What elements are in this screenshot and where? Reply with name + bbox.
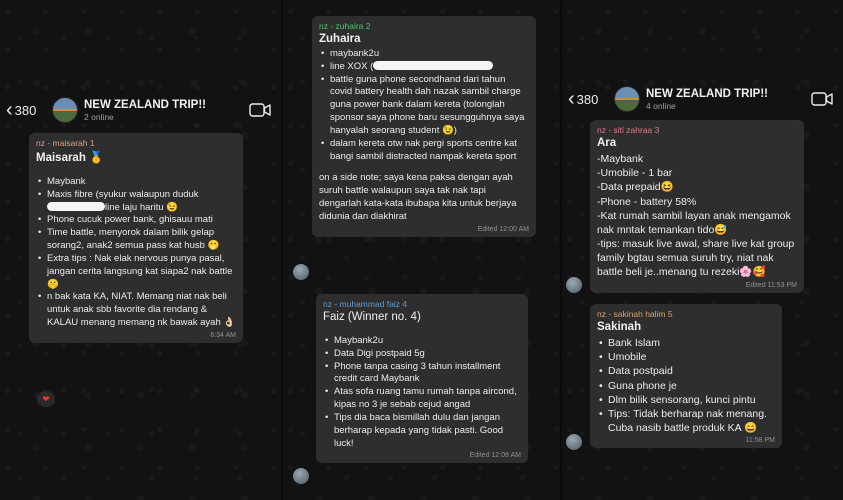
list-item: Maybank2u — [323, 335, 521, 348]
message-line: -Data prepaid😆 — [597, 181, 674, 194]
list-item: Maybank — [36, 176, 236, 189]
chat-screenshot-left: ‹ 380 NEW ZEALAND TRIP!! 2 online nz - m… — [0, 0, 281, 500]
group-title-block[interactable]: NEW ZEALAND TRIP!! 4 online — [646, 88, 811, 111]
list-item: Guna phone je — [597, 379, 775, 393]
chat-header: ‹ 380 NEW ZEALAND TRIP!! 4 online — [562, 77, 843, 121]
list-item: dalam kereta otw nak pergi sports centre… — [319, 138, 529, 164]
group-avatar[interactable] — [52, 97, 78, 123]
message-body: -Maybank -Umobile - 1 bar -Data prepaid😆… — [597, 152, 797, 280]
list-item: n bak kata KA, NIAT. Memang niat nak bel… — [36, 291, 236, 329]
list-item: line XOX ( — [319, 60, 529, 74]
redaction-mark — [373, 60, 494, 70]
list-item: Tips: Tidak berharap nak menang. Cuba na… — [597, 407, 775, 435]
list-item: Data Digi postpaid 5g — [323, 348, 521, 361]
video-call-icon[interactable] — [811, 92, 833, 106]
online-status: 4 online — [646, 100, 676, 111]
message-time: 11:58 PM — [745, 437, 775, 445]
message-line: -Kat rumah sambil layan anak mengamok na… — [597, 209, 791, 236]
back-button[interactable]: ‹ 380 — [562, 89, 612, 109]
message-title: Ara — [597, 137, 617, 149]
group-title: NEW ZEALAND TRIP!! — [84, 98, 207, 111]
sender-avatar[interactable] — [566, 277, 582, 293]
message-line: -tips: masuk live awal, share live kat g… — [597, 238, 795, 279]
message-line: -Maybank — [597, 153, 644, 165]
message-body: Maybank Maxis fibre (syukur walaupun dud… — [36, 167, 236, 330]
group-title-block[interactable]: NEW ZEALAND TRIP!! 2 online — [84, 99, 249, 122]
group-title: NEW ZEALAND TRIP!! — [646, 87, 769, 100]
group-avatar[interactable] — [614, 86, 640, 112]
list-item: Extra tips : Nak elak nervous punya pasa… — [36, 253, 236, 291]
chat-header: ‹ 380 NEW ZEALAND TRIP!! 2 online — [0, 88, 281, 132]
list-item: maybank2u — [319, 48, 529, 61]
message-time: Edited 12:00 AM — [477, 225, 529, 233]
sender-avatar[interactable] — [566, 434, 582, 450]
chevron-left-icon: ‹ — [568, 88, 575, 110]
sender-name: nz - muhammad faiz 4 — [323, 299, 408, 309]
list-item: Phone tanpa casing 3 tahun installment c… — [323, 361, 521, 387]
side-note: on a side note; saya kena paksa dengan a… — [319, 172, 517, 222]
message-body: Bank Islam Umobile Data postpaid Guna ph… — [597, 336, 775, 435]
list-item: Maxis fibre (syukur walaupun dudukline l… — [36, 189, 236, 215]
message-body: Maybank2u Data Digi postpaid 5g Phone ta… — [323, 326, 521, 450]
message-bubble[interactable]: nz - sakinah halim 5 Sakinah Bank Islam … — [590, 304, 782, 449]
message-bubble[interactable]: nz - maisarah 1 Maisarah 🥇 Maybank Maxis… — [29, 133, 243, 343]
message-title: Faiz (Winner no. 4) — [323, 311, 421, 323]
unread-count: 380 — [576, 91, 599, 107]
video-call-icon[interactable] — [249, 103, 271, 117]
online-status: 2 online — [84, 111, 114, 122]
message-title: Sakinah — [597, 321, 642, 333]
sender-name: nz - siti zahraa 3 — [597, 125, 660, 135]
sender-avatar[interactable] — [293, 468, 309, 484]
list-item: Atas sofa ruang tamu rumah tanpa aircond… — [323, 386, 521, 412]
sender-name: nz - maisarah 1 — [36, 138, 95, 148]
back-button[interactable]: ‹ 380 — [0, 100, 50, 120]
list-item: Dlm bilik sensorang, kunci pintu — [597, 393, 775, 407]
message-time: 6:34 AM — [210, 331, 236, 339]
message-title: Maisarah 🥇 — [36, 152, 104, 164]
message-title: Zuhaira — [319, 33, 361, 45]
message-time: Edited 12:08 AM — [469, 452, 521, 460]
heart-reaction-icon[interactable]: ❤ — [37, 391, 55, 407]
message-line: -Umobile - 1 bar — [597, 167, 673, 180]
list-item: battle guna phone secondhand dari tahun … — [319, 74, 529, 138]
chat-screenshot-middle: nz - zuhaira 2 Zuhaira maybank2u line XO… — [283, 0, 560, 500]
message-bubble[interactable]: nz - siti zahraa 3 Ara -Maybank -Umobile… — [590, 120, 804, 293]
message-bubble[interactable]: nz - muhammad faiz 4 Faiz (Winner no. 4)… — [316, 294, 528, 464]
sender-name: nz - zuhaira 2 — [319, 21, 371, 31]
list-item: Time battle, menyorok dalam bilik gelap … — [36, 227, 236, 253]
list-item: Umobile — [597, 350, 775, 364]
message-bubble[interactable]: nz - zuhaira 2 Zuhaira maybank2u line XO… — [312, 16, 536, 237]
sender-avatar[interactable] — [293, 264, 309, 280]
message-line: -Phone - battery 58% — [597, 195, 697, 208]
list-item: Tips dia baca bismillah dulu dan jangan … — [323, 412, 521, 450]
list-item: Data postpaid — [597, 364, 775, 378]
list-item: Bank Islam — [597, 336, 775, 350]
unread-count: 380 — [14, 102, 37, 118]
chevron-left-icon: ‹ — [6, 99, 13, 121]
message-body: maybank2u line XOX ( battle guna phone s… — [319, 48, 529, 224]
sender-name: nz - sakinah halim 5 — [597, 309, 673, 319]
list-item: Phone cucuk power bank, ghisauu mati — [36, 214, 236, 227]
redaction-mark — [47, 201, 105, 211]
chat-screenshot-right: ‹ 380 NEW ZEALAND TRIP!! 4 online nz - s… — [562, 0, 843, 500]
message-time: Edited 11:53 PM — [745, 281, 797, 289]
